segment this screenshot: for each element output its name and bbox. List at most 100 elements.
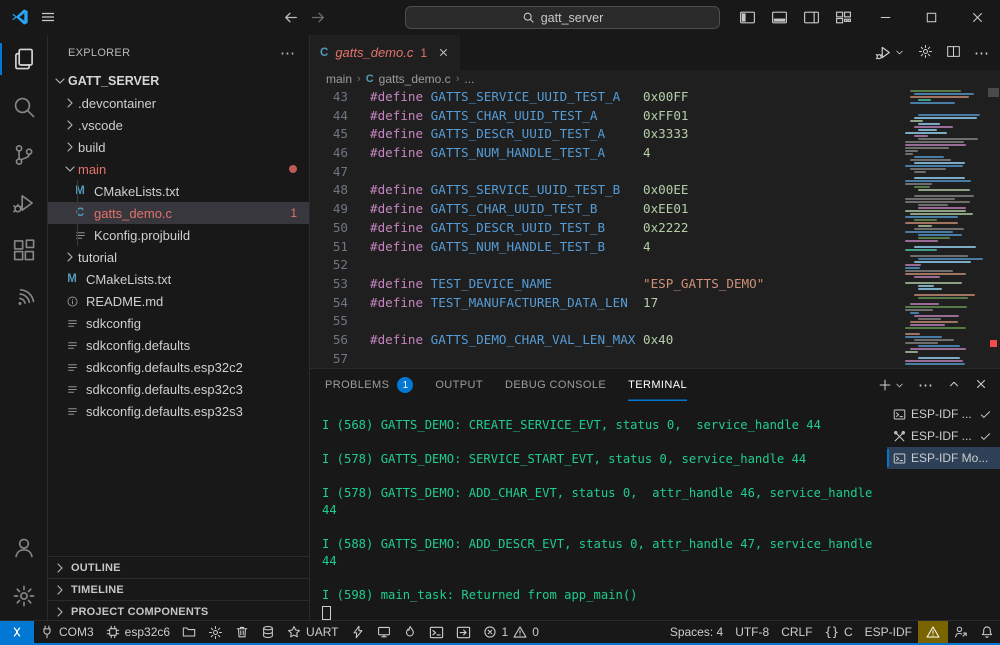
terminal-instance[interactable]: ESP-IDF Mo... [887,447,1000,469]
status-com3[interactable]: COM3 [34,621,100,644]
minimap[interactable] [905,90,987,366]
status-database[interactable] [255,621,281,644]
trash-icon [235,625,249,639]
tree-root[interactable]: GATT_SERVER [48,70,309,92]
status-esp32c6[interactable]: esp32c6 [100,621,176,644]
customize-layout-icon[interactable] [835,9,852,26]
activity-search-icon[interactable] [0,83,48,131]
code-area[interactable]: 43#define GATTS_SERVICE_UUID_TEST_A 0x00… [310,88,1000,368]
explorer-more-icon[interactable]: ⋯ [280,44,295,62]
activity-extensions-icon[interactable] [0,227,48,275]
new-terminal-button[interactable] [878,378,905,392]
tree-item-cmakelists-txt[interactable]: MCMakeLists.txt [48,180,309,202]
status-utf-8[interactable]: UTF-8 [729,621,775,644]
tree-item-kconfig-projbuild[interactable]: Kconfig.projbuild [48,224,309,246]
activity-account-icon[interactable] [0,524,48,572]
list-file-icon [64,383,80,396]
status-gear[interactable] [202,621,229,644]
status-flame[interactable] [397,621,423,644]
status-terminal-box[interactable] [423,621,450,644]
forward-icon[interactable] [310,9,327,26]
status-esp-idf[interactable]: ESP-IDF [859,621,918,644]
tree-item-sdkconfig[interactable]: sdkconfig [48,312,309,334]
status-arrow-box[interactable] [450,621,477,644]
terminal-cursor [322,606,331,620]
status-feedback[interactable] [948,621,974,644]
status-trash[interactable] [229,621,255,644]
code-line: 44#define GATTS_CHAR_UUID_TEST_A 0xFF01 [310,107,1000,126]
status-crlf[interactable]: CRLF [775,621,818,644]
tree-item-main[interactable]: main [48,158,309,180]
tree-item-readme-md[interactable]: README.md [48,290,309,312]
tree-item-sdkconfig-defaults[interactable]: sdkconfig.defaults [48,334,309,356]
activity-settings-gear-icon[interactable] [0,572,48,620]
code-line: 56#define GATTS_DEMO_CHAR_VAL_LEN_MAX 0x… [310,331,1000,350]
breadcrumb-item[interactable]: Cgatts_demo.c [366,72,451,86]
terminal-line [322,570,887,587]
terminal-instance[interactable]: ESP-IDF ... [887,425,1000,447]
vscode-logo-icon [11,8,29,26]
panel-tab-debug-console[interactable]: DEBUG CONSOLE [505,369,606,401]
minimize-icon[interactable] [862,0,908,35]
tree-item--vscode[interactable]: .vscode [48,114,309,136]
run-debug-button[interactable] [875,44,905,61]
close-icon[interactable] [954,0,1000,35]
maximize-icon[interactable] [908,0,954,35]
toggle-sidebar-icon[interactable] [739,9,756,26]
code-line: 43#define GATTS_SERVICE_UUID_TEST_A 0x00… [310,88,1000,107]
maximize-panel-button[interactable] [947,377,961,394]
toggle-panel-icon[interactable] [771,9,788,26]
status-c[interactable]: {}C [819,621,859,644]
status-remote[interactable] [0,621,34,644]
panel-tab-terminal[interactable]: TERMINAL [628,369,687,401]
code-line: 48#define GATTS_SERVICE_UUID_TEST_B 0x00… [310,181,1000,200]
status-1[interactable]: 10 [477,621,545,644]
panel-tab-output[interactable]: OUTPUT [435,369,483,401]
section-outline[interactable]: OUTLINE [48,556,309,578]
tree-item-sdkconfig-defaults-esp32s3[interactable]: sdkconfig.defaults.esp32s3 [48,400,309,422]
panel-more-button[interactable]: ⋯ [918,376,934,394]
settings-gear-button[interactable] [918,44,933,62]
activity-source-control-icon[interactable] [0,131,48,179]
tree-item-cmakelists-txt[interactable]: MCMakeLists.txt [48,268,309,290]
tree-item--devcontainer[interactable]: .devcontainer [48,92,309,114]
status-warning[interactable] [918,621,948,644]
status-folder[interactable] [176,621,202,644]
toggle-secondary-sidebar-icon[interactable] [803,9,820,26]
code-line: 57 [310,350,1000,368]
section-timeline[interactable]: TIMELINE [48,578,309,600]
terminal-output[interactable]: I (568) GATTS_DEMO: CREATE_SERVICE_EVT, … [310,401,887,621]
status-bell[interactable] [974,621,1000,644]
activity-run-debug-icon[interactable] [0,179,48,227]
activity-bar [0,35,48,620]
terminal-line: I (588) GATTS_DEMO: ADD_DESCR_EVT, statu… [322,536,887,553]
status-uart[interactable]: UART [281,621,344,644]
tree-item-sdkconfig-defaults-esp32c3[interactable]: sdkconfig.defaults.esp32c3 [48,378,309,400]
status-monitor[interactable] [371,621,397,644]
overview-ruler[interactable] [987,88,1000,368]
scrollbar-thumb[interactable] [988,88,999,97]
terminal-instance[interactable]: ESP-IDF ... [887,403,1000,425]
tab-close-icon[interactable] [437,46,450,59]
tree-item-gatts-demo-c[interactable]: Cgatts_demo.c1 [48,202,309,224]
command-center-search[interactable]: gatt_server [405,6,720,29]
tree-item-sdkconfig-defaults-esp32c2[interactable]: sdkconfig.defaults.esp32c2 [48,356,309,378]
more-actions-button[interactable]: ⋯ [974,44,990,62]
close-panel-button[interactable] [974,377,988,394]
status-spaces-4[interactable]: Spaces: 4 [664,621,729,644]
section-project-components[interactable]: PROJECT COMPONENTS [48,600,309,620]
split-editor-button[interactable] [946,44,961,62]
activity-files-icon[interactable] [0,35,48,83]
terminal-tab-list: ESP-IDF ... ESP-IDF ... ESP-IDF Mo... [887,401,1000,621]
tree-item-build[interactable]: build [48,136,309,158]
tree-item-tutorial[interactable]: tutorial [48,246,309,268]
settings-gear-icon [12,584,36,608]
menu-icon[interactable] [40,9,56,25]
panel-tab-problems[interactable]: PROBLEMS1 [325,369,413,401]
breadcrumb-item[interactable]: main [326,72,352,86]
activity-espressif-icon[interactable] [0,275,48,323]
status-bolt[interactable] [345,621,371,644]
tab-gatts-demo[interactable]: C gatts_demo.c 1 [310,35,460,70]
back-icon[interactable] [282,9,299,26]
breadcrumb-item[interactable]: ... [464,72,474,86]
